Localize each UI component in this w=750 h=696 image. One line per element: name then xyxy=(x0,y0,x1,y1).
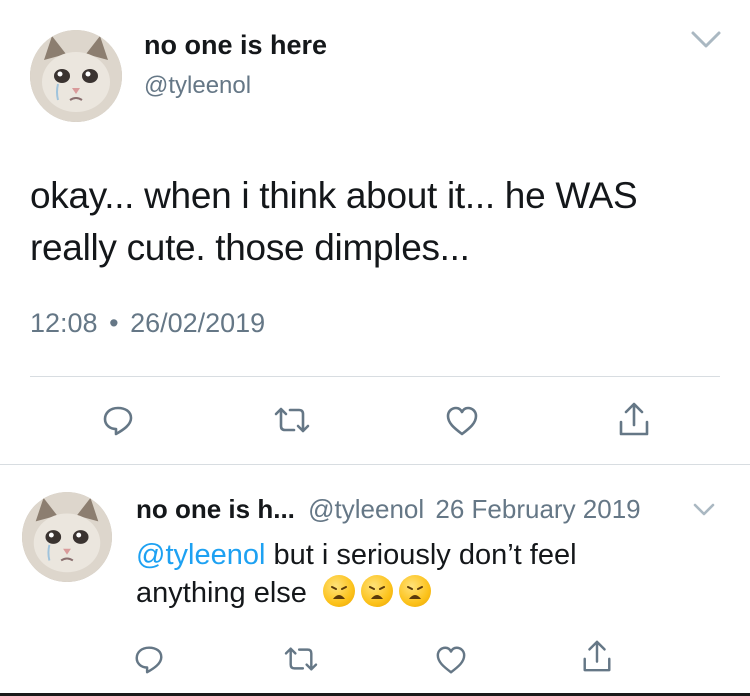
reply-display-name[interactable]: no one is h... xyxy=(136,494,295,524)
crying-cat-avatar-icon xyxy=(22,492,112,582)
reply-date: 26 February 2019 xyxy=(435,494,641,524)
tweet-timestamp: 12:08 • 26/02/2019 xyxy=(30,308,265,339)
reply-text-line-2: anything else xyxy=(136,574,716,612)
tweet-text: okay... when i think about it... he WAS … xyxy=(30,170,730,274)
retweet-icon xyxy=(274,407,310,433)
reply-like-button[interactable] xyxy=(434,644,468,676)
divider xyxy=(30,376,720,377)
tweet-date: 26/02/2019 xyxy=(130,308,266,338)
share-icon xyxy=(583,640,611,672)
chevron-down-icon xyxy=(693,503,715,516)
reply-handle[interactable]: @tyleenol xyxy=(308,494,424,524)
reply-text-part-1: but i seriously don’t feel xyxy=(265,539,577,571)
display-name[interactable]: no one is here xyxy=(144,30,327,61)
reply-menu-chevron[interactable] xyxy=(692,502,716,518)
reply-icon xyxy=(103,406,133,436)
section-divider xyxy=(0,464,750,465)
reply-header: no one is h... @tyleenol 26 February 201… xyxy=(136,494,641,525)
share-button[interactable] xyxy=(616,400,652,438)
mention-link[interactable]: @tyleenol xyxy=(136,539,265,571)
tweet-text-line-1: okay... when i think about it... he WAS xyxy=(30,175,638,216)
reply-icon xyxy=(135,646,163,674)
retweet-icon xyxy=(284,647,318,671)
tweet-text-line-2: really cute. those dimples... xyxy=(30,227,470,268)
chevron-down-icon[interactable] xyxy=(690,30,722,50)
avatar[interactable] xyxy=(30,30,122,122)
crying-cat-avatar-icon xyxy=(30,30,122,122)
user-handle[interactable]: @tyleenol xyxy=(144,72,251,100)
reply-retweet-button[interactable] xyxy=(282,644,320,674)
share-icon xyxy=(619,402,649,436)
reply-text-line-2-text: anything else xyxy=(136,577,307,609)
retweet-button[interactable] xyxy=(272,404,312,436)
weary-face-emoji-icon xyxy=(398,575,431,607)
reply-share-button[interactable] xyxy=(580,638,614,674)
weary-face-emoji-icon xyxy=(360,575,393,607)
like-icon xyxy=(446,406,478,436)
meta-separator: • xyxy=(109,308,119,338)
tweet-time: 12:08 xyxy=(30,308,98,338)
reply-text-line-1: @tyleenol but i seriously don’t feel xyxy=(136,536,716,574)
reply-button[interactable] xyxy=(100,402,136,438)
reply-text: @tyleenol but i seriously don’t feel any… xyxy=(136,536,716,612)
like-button[interactable] xyxy=(444,404,480,438)
reply-reply-button[interactable] xyxy=(132,642,166,676)
like-icon xyxy=(436,646,466,674)
weary-face-emoji-icon xyxy=(322,575,355,607)
reply-avatar[interactable] xyxy=(22,492,112,582)
